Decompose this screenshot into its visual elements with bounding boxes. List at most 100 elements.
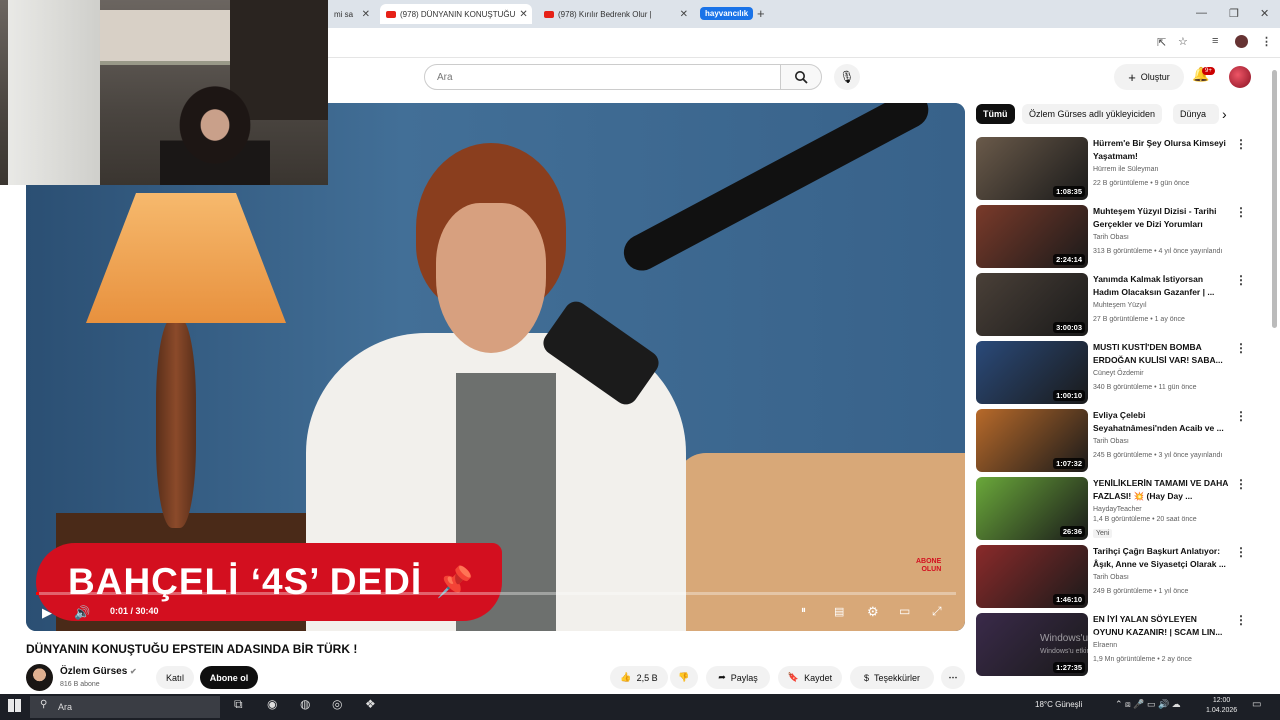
install-app-icon[interactable]: ⇱ — [1157, 36, 1166, 49]
recommendation-channel[interactable]: Tarih Obası — [1093, 234, 1129, 241]
more-options-icon[interactable]: ⋮ — [1235, 205, 1247, 219]
recommendation-channel[interactable]: Tarih Obası — [1093, 438, 1129, 445]
minimize-icon[interactable]: — — [1196, 7, 1207, 19]
video-thumbnail[interactable]: 1:46:10 — [976, 545, 1088, 608]
recommendation-title[interactable]: MUSTI KUSTİ'DEN BOMBA ERDOĞAN KULİSİ VAR… — [1093, 341, 1229, 367]
thanks-button[interactable]: $ Teşekkürler — [850, 666, 934, 689]
voice-search-button[interactable]: 🎙 — [834, 64, 860, 90]
more-options-icon[interactable]: ⋮ — [1235, 477, 1247, 491]
recommendation-meta: 340 B görüntüleme • 11 gün önce — [1093, 384, 1197, 391]
video-thumbnail[interactable]: 2:24:14 — [976, 205, 1088, 268]
new-tab-icon[interactable]: + — [757, 6, 765, 21]
more-actions-icon[interactable]: ⋯ — [941, 666, 965, 689]
recommendation-item[interactable]: 2:24:14 Muhteşem Yüzyıl Dizisi - Tarihi G… — [976, 205, 1247, 269]
scrollbar[interactable] — [1272, 70, 1277, 328]
recommendation-title[interactable]: YENİLİKLERİN TAMAMI VE DAHA FAZLASI! 💥 (… — [1093, 477, 1229, 503]
close-tab-icon[interactable]: ✕ — [519, 9, 527, 20]
browser-tab-active[interactable]: (978) DÜNYANIN KONUŞTUĞU ✕ — [380, 4, 532, 24]
video-thumbnail[interactable]: 1:00:10 — [976, 341, 1088, 404]
recommendation-item[interactable]: 26:36 YENİLİKLERİN TAMAMI VE DAHA FAZLASI… — [976, 477, 1247, 541]
browser-tab[interactable]: mi sa ✕ — [328, 4, 376, 24]
recommendation-item[interactable]: 1:46:10 Tarihçi Çağrı Başkurt Anlatıyor: … — [976, 545, 1247, 609]
chip-uploader[interactable]: Özlem Gürses adlı yükleyiciden — [1022, 104, 1163, 124]
theater-mode-icon[interactable]: ▭ — [899, 604, 910, 618]
recommendation-title[interactable]: Hürrem'e Bir Şey Olursa Kimseyi Yaşatmam… — [1093, 137, 1229, 163]
recommendation-item[interactable]: 3:00:03 Yanımda Kalmak İstiyorsan Hadım O… — [976, 273, 1247, 337]
chip-world[interactable]: Dünya — [1173, 104, 1219, 124]
task-view-icon[interactable]: ⧉ — [234, 697, 243, 712]
recommendation-channel[interactable]: Cüneyt Özdemir — [1093, 370, 1144, 377]
duration-badge: 1:46:10 — [1053, 594, 1085, 605]
app-icon[interactable]: ❖ — [365, 697, 376, 711]
share-button[interactable]: ➦ Paylaş — [706, 666, 770, 689]
search-button[interactable] — [780, 64, 822, 90]
search-input[interactable]: Ara — [424, 64, 781, 90]
close-window-icon[interactable]: ✕ — [1260, 7, 1269, 20]
fullscreen-icon[interactable]: ⤢ — [932, 604, 942, 619]
tab-group-label[interactable]: hayvancılık — [700, 7, 754, 20]
recommendation-item[interactable]: 1:00:10 MUSTI KUSTİ'DEN BOMBA ERDOĞAN KUL… — [976, 341, 1247, 405]
chevron-right-icon[interactable]: › — [1222, 106, 1227, 122]
subscribe-button[interactable]: Abone ol — [200, 666, 258, 689]
duration-badge: 26:36 — [1059, 526, 1085, 537]
close-tab-icon[interactable]: ✕ — [680, 9, 688, 20]
channel-avatar[interactable] — [26, 664, 53, 691]
maximize-icon[interactable]: ❐ — [1229, 7, 1239, 20]
more-options-icon[interactable]: ⋮ — [1235, 137, 1247, 151]
more-options-icon[interactable]: ⋮ — [1235, 341, 1247, 355]
weather-widget[interactable]: 18°C Güneşli — [1035, 700, 1082, 709]
clock-time: 12:00 — [1212, 697, 1231, 704]
subtitles-icon[interactable]: ▤ — [834, 605, 844, 618]
video-progress-bar[interactable] — [36, 592, 956, 595]
chip-all[interactable]: Tümü — [976, 104, 1015, 124]
search-icon: ⚲ — [40, 699, 48, 710]
close-tab-icon[interactable]: ✕ — [362, 9, 370, 20]
video-thumbnail[interactable]: 1:08:35 — [976, 137, 1088, 200]
duration-badge: 2:24:14 — [1053, 254, 1085, 265]
more-options-icon[interactable]: ⋮ — [1235, 273, 1247, 287]
profile-icon[interactable] — [1235, 35, 1248, 48]
account-avatar[interactable] — [1229, 66, 1251, 88]
taskbar-search-input[interactable]: Ara — [30, 696, 220, 718]
volume-icon[interactable]: 🔊 — [74, 605, 90, 621]
browser-menu-icon[interactable]: ⋮ — [1261, 35, 1272, 48]
recommendation-channel[interactable]: Hürrem ile Süleyman — [1093, 166, 1158, 173]
recommendation-title[interactable]: Tarihçi Çağrı Başkurt Anlatıyor: Âşık, A… — [1093, 545, 1229, 571]
notification-center-icon[interactable]: ▭ — [1252, 699, 1261, 710]
obs-icon[interactable]: ◉ — [267, 697, 277, 711]
recommendation-title[interactable]: Evliya Çelebi Seyahatnâmesi'nden Acaib v… — [1093, 409, 1229, 435]
video-time: 0:01 / 30:40 — [110, 606, 159, 616]
join-button[interactable]: Katıl — [156, 666, 194, 689]
recommendation-channel[interactable]: Tarih Obası — [1093, 574, 1129, 581]
more-options-icon[interactable]: ⋮ — [1235, 409, 1247, 423]
system-tray-icons[interactable]: ⌃ ⧈ 🎤 ▭ 🔊 ☁ — [1115, 699, 1181, 710]
bookmark-star-icon[interactable]: ☆ — [1178, 35, 1188, 48]
channel-name[interactable]: Özlem Gürses ✔ — [60, 666, 137, 677]
like-button[interactable]: 👍 2,5 B — [610, 666, 668, 689]
windows-start-icon[interactable] — [8, 699, 21, 712]
recommendation-title[interactable]: Yanımda Kalmak İstiyorsan Hadım Olacaksı… — [1093, 273, 1229, 299]
video-thumbnail[interactable]: 1:07:32 — [976, 409, 1088, 472]
media-controls-icon[interactable]: ≡ — [1212, 35, 1218, 47]
recommendation-meta: 22 B görüntüleme • 9 gün önce — [1093, 180, 1190, 187]
create-button[interactable]: + Oluştur — [1114, 64, 1184, 90]
discord-icon[interactable]: ◍ — [300, 697, 310, 711]
more-options-icon[interactable]: ⋮ — [1235, 545, 1247, 559]
recommendation-title[interactable]: Muhteşem Yüzyıl Dizisi - Tarihi Gerçekle… — [1093, 205, 1229, 231]
dislike-button[interactable]: 👎 — [670, 666, 698, 689]
recommendation-channel[interactable]: Muhteşem Yüzyıl — [1093, 302, 1147, 309]
recommendation-channel[interactable]: HaydayTeacher — [1093, 506, 1142, 513]
taskbar-clock[interactable]: 12:00 1.04.2026 — [1206, 696, 1237, 716]
recommendation-item[interactable]: 1:08:35 Hürrem'e Bir Şey Olursa Kimseyi Y… — [976, 137, 1247, 201]
settings-gear-icon[interactable]: ⚙ — [867, 604, 879, 620]
chrome-icon[interactable]: ◎ — [332, 697, 342, 711]
play-icon[interactable]: ▶ — [42, 605, 52, 621]
autoplay-toggle-icon[interactable]: ⏸ — [801, 605, 806, 616]
clock-date: 1.04.2026 — [1206, 707, 1238, 714]
recommendation-item[interactable]: 1:07:32 Evliya Çelebi Seyahatnâmesi'nden … — [976, 409, 1247, 473]
video-thumbnail[interactable]: 26:36 — [976, 477, 1088, 540]
browser-tab[interactable]: (978) Kırılır Bedrenk Olur | ✕ — [538, 4, 694, 24]
more-options-icon[interactable]: ⋮ — [1235, 613, 1247, 627]
video-thumbnail[interactable]: 3:00:03 — [976, 273, 1088, 336]
save-button[interactable]: 🔖 Kaydet — [778, 666, 842, 689]
